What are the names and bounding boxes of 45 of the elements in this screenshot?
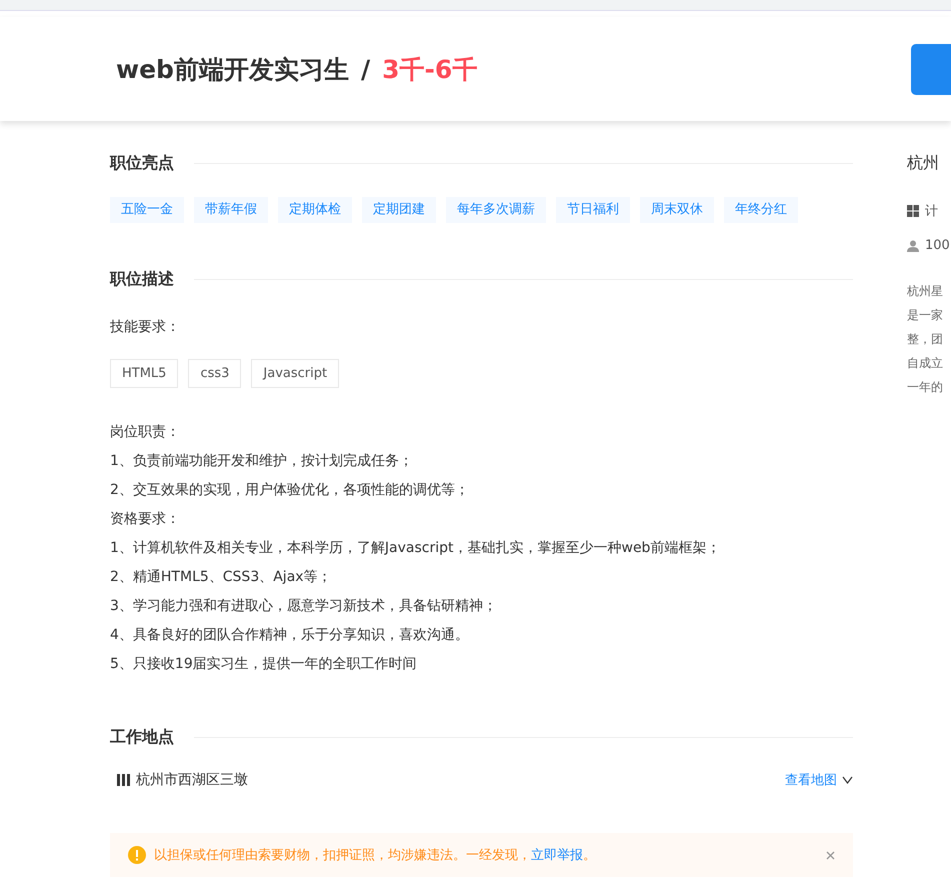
title-separator: / (360, 54, 370, 84)
description-line: 4、具备良好的团队合作精神，乐于分享知识，喜欢沟通。 (110, 626, 470, 645)
description-line: 5、只接收19届实习生，提供一年的全职工作时间 (110, 655, 418, 674)
chevron-down-icon (842, 776, 853, 784)
benefit-tag: 定期团建 (362, 197, 436, 223)
benefit-tag: 年终分红 (724, 197, 798, 223)
job-title: web前端开发实习生 (116, 54, 349, 86)
description-line: 1、负责前端功能开发和维护，按计划完成任务； (110, 452, 414, 471)
description-line: 3、学习能力强和有进取心，愿意学习新技术，具备钻研精神； (110, 597, 498, 616)
company-intro-line: 整，团 (907, 331, 944, 348)
description-line: 资格要求： (110, 510, 181, 529)
person-icon (907, 240, 919, 252)
section-heading: 工作地点 (110, 726, 174, 748)
description-line: 岗位职责： (110, 423, 181, 442)
report-link[interactable]: 立即举报 (531, 848, 583, 863)
skill-tag: Javascript (251, 359, 340, 388)
company-size: 100 (925, 238, 950, 253)
location-icon (117, 774, 130, 786)
benefit-tag: 带薪年假 (194, 197, 268, 223)
company-intro-line: 杭州星 (907, 283, 944, 300)
description-line: 2、交互效果的实现，用户体验优化，各项性能的调优等； (110, 481, 470, 500)
section-heading: 职位亮点 (110, 152, 174, 174)
work-address: 杭州市西湖区三墩 (136, 771, 248, 789)
benefit-tag: 节日福利 (556, 197, 630, 223)
view-map-link[interactable]: 查看地图 (785, 771, 853, 789)
benefit-tag: 每年多次调薪 (446, 197, 546, 223)
description-line: 1、计算机软件及相关专业，本科学历，了解Javascript，基础扎实，掌握至少一种web前端框架； (110, 539, 722, 558)
benefit-tag: 定期体检 (278, 197, 352, 223)
benefit-tag: 周末双休 (640, 197, 714, 223)
section-heading: 职位描述 (110, 268, 174, 290)
company-name: 杭州 (907, 153, 940, 174)
skills-label: 技能要求： (110, 318, 181, 337)
skill-tag: css3 (188, 359, 242, 388)
company-intro-line: 自成立 (907, 355, 944, 372)
company-intro-line: 一年的 (907, 379, 944, 396)
grid-icon (907, 205, 919, 217)
description-line: 2、精通HTML5、CSS3、Ajax等； (110, 568, 333, 587)
company-industry: 计 (925, 203, 938, 220)
notice-text: 以担保或任何理由索要财物，扣押证照，均涉嫌违法。一经发现，立即举报。 (154, 847, 596, 864)
skill-tag: HTML5 (110, 359, 178, 388)
salary: 3千-6千 (382, 54, 478, 86)
benefit-tag: 五险一金 (110, 197, 184, 223)
close-icon[interactable] (826, 850, 835, 860)
warning-icon (128, 846, 146, 864)
company-intro-line: 是一家 (907, 307, 944, 324)
